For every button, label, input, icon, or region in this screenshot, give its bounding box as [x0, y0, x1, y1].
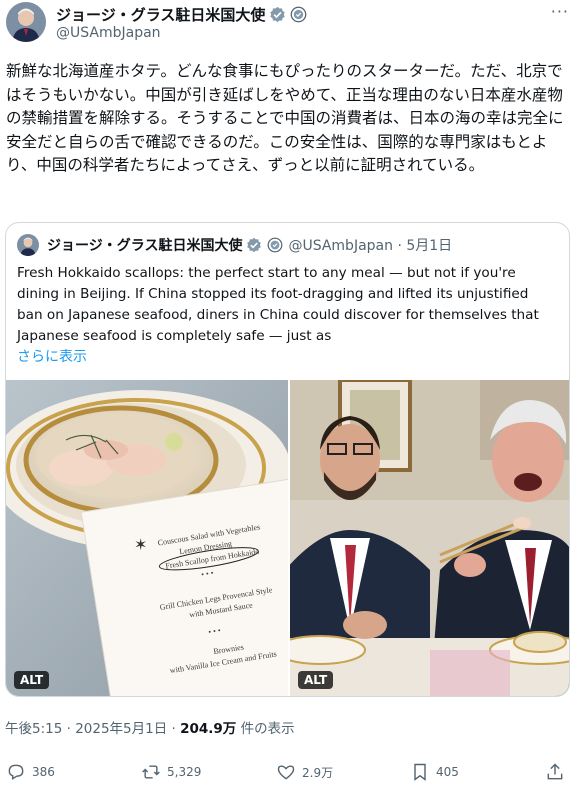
tweet-header: ジョージ・グラス駐日米国大使 @USAmbJapan ··· [6, 2, 569, 46]
retweet-icon [142, 765, 160, 779]
quote-handle-date: @USAmbJapan · 5月1日 [288, 238, 453, 254]
reply-icon [8, 764, 24, 780]
author-display-name[interactable]: ジョージ・グラス駐日米国大使 [56, 4, 265, 25]
quoted-tweet[interactable]: ジョージ・グラス駐日米国大使 @USAmbJapan · 5月1日 Fresh … [5, 222, 570, 697]
view-count-suffix: 件の表示 [236, 721, 295, 737]
svg-text:✶: ✶ [134, 535, 147, 554]
like-button[interactable]: 2.9万 [276, 762, 333, 782]
bookmark-button[interactable]: 405 [410, 762, 459, 782]
gov-affiliation-icon [267, 237, 284, 254]
quote-text: Fresh Hokkaido scallops: the perfect sta… [17, 265, 539, 344]
tweet-meta: 午後5:15 · 2025年5月1日 · 204.9万 件の表示 [5, 717, 295, 737]
share-button[interactable] [545, 762, 565, 782]
bookmark-icon [414, 763, 426, 781]
ambassador-dining-photo[interactable]: ALT [290, 380, 569, 696]
retweet-count: 5,329 [167, 765, 202, 779]
scallop-menu-photo[interactable]: ✶ Couscous Salad with Vegetables Lemon D… [6, 380, 288, 696]
tweet-actions: 386 5,329 2.9万 405 [0, 762, 575, 785]
bookmark-count: 405 [436, 765, 459, 779]
view-count: 204.9万 [180, 721, 237, 737]
quote-author-name: ジョージ・グラス駐日米国大使 [47, 238, 243, 254]
author-avatar[interactable] [6, 2, 46, 42]
more-options-icon[interactable]: ··· [551, 2, 569, 21]
verified-gov-badge-icon [269, 6, 286, 23]
alt-text-button[interactable]: ALT [298, 671, 334, 689]
quote-author-avatar [17, 234, 39, 256]
tweet-text: 新鮮な北海道産ホタテ。どんな食事にもぴったりのスターターだ。ただ、北京ではそうも… [6, 62, 564, 174]
reply-count: 386 [32, 765, 55, 779]
gov-affiliation-icon [290, 6, 307, 23]
show-more-link[interactable]: さらに表示 [17, 346, 87, 366]
alt-text-button[interactable]: ALT [14, 671, 50, 689]
reply-button[interactable]: 386 [6, 762, 55, 782]
tweet-timestamp[interactable]: 午後5:15 · 2025年5月1日 · [5, 721, 180, 737]
author-handle[interactable]: @USAmbJapan [56, 25, 161, 41]
share-icon [547, 763, 563, 780]
heart-icon [277, 765, 295, 780]
like-count: 2.9万 [302, 765, 334, 780]
verified-gov-badge-icon [246, 237, 263, 254]
retweet-button[interactable]: 5,329 [141, 762, 201, 782]
